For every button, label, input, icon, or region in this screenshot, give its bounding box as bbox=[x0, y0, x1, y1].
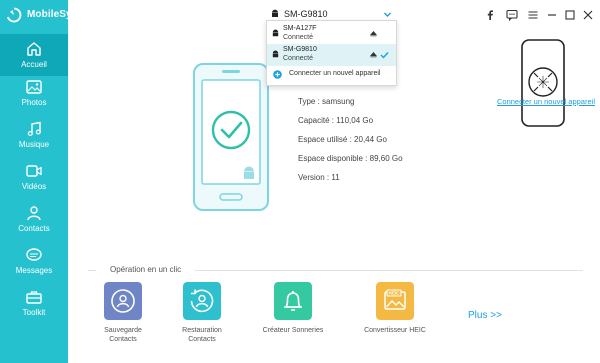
menu-icon[interactable] bbox=[527, 9, 539, 21]
selected-device-name: SM-G9810 bbox=[284, 9, 328, 19]
sidebar-item-contacts[interactable]: Contacts bbox=[0, 198, 68, 240]
contacts-icon bbox=[27, 206, 41, 221]
op-label-line1: Restauration bbox=[182, 327, 222, 334]
bell-icon bbox=[274, 282, 312, 320]
operations-title: Opération en un clic bbox=[96, 265, 196, 274]
device-option-status: Connecté bbox=[283, 34, 313, 41]
device-type: Type : samsung bbox=[298, 97, 355, 106]
phone-illustration bbox=[193, 63, 269, 211]
op-label: Créateur Sonneries bbox=[243, 326, 343, 335]
device-used-label: Espace utilisé : bbox=[298, 135, 352, 144]
device-type-label: Type : bbox=[298, 97, 320, 106]
device-type-value: samsung bbox=[322, 97, 355, 106]
chat-icon[interactable] bbox=[506, 9, 518, 21]
heic-image-icon: HEIC bbox=[376, 282, 414, 320]
device-version: Version : 11 bbox=[298, 173, 340, 182]
connect-new-device-option[interactable]: Connecter un nouvel appareil bbox=[267, 66, 396, 84]
restore-contacts-icon bbox=[183, 282, 221, 320]
sidebar-item-label: Musique bbox=[18, 140, 50, 149]
device-option-sm-g9810[interactable]: SM-G9810 Connecté bbox=[267, 44, 396, 66]
phone-connect-icon[interactable] bbox=[516, 38, 570, 130]
device-dropdown: SM-A127F Connecté SM-G9810 Connecté Conn… bbox=[266, 20, 397, 86]
device-version-label: Version : bbox=[298, 173, 330, 182]
close-icon[interactable] bbox=[582, 9, 594, 21]
backup-contacts-icon bbox=[104, 282, 142, 320]
music-icon bbox=[27, 121, 41, 137]
device-used-value: 20,44 Go bbox=[354, 135, 387, 144]
op-label-line2: Contacts bbox=[109, 336, 137, 343]
device-version-value: 11 bbox=[331, 173, 340, 182]
video-icon bbox=[26, 165, 42, 177]
more-tools-link[interactable]: Plus >> bbox=[468, 310, 502, 321]
sidebar-item-label: Contacts bbox=[18, 224, 50, 233]
device-available-label: Espace disponible : bbox=[298, 154, 368, 163]
connect-new-device-link[interactable]: Connecter un nouvel appareil bbox=[497, 97, 595, 106]
messages-icon bbox=[26, 248, 42, 261]
device-used-space: Espace utilisé : 20,44 Go bbox=[298, 135, 387, 144]
sidebar: Accueil Photos Musique Vidéos Contacts M… bbox=[0, 0, 68, 363]
minimize-icon[interactable] bbox=[546, 9, 558, 21]
android-icon bbox=[272, 29, 279, 37]
device-capacity: Capacité : 110,04 Go bbox=[298, 116, 373, 125]
sidebar-item-messages[interactable]: Messages bbox=[0, 240, 68, 282]
toolkit-icon bbox=[26, 291, 42, 304]
photo-icon bbox=[26, 80, 42, 94]
sidebar-item-label: Photos bbox=[21, 98, 47, 107]
sidebar-item-accueil[interactable]: Accueil bbox=[0, 34, 68, 76]
device-option-sm-a127f[interactable]: SM-A127F Connecté bbox=[267, 23, 396, 45]
op-label-line2: Contacts bbox=[188, 336, 216, 343]
sidebar-item-videos[interactable]: Vidéos bbox=[0, 156, 68, 198]
heic-converter-button[interactable]: HEIC Convertisseur HEIC bbox=[345, 282, 445, 352]
device-option-status: Connecté bbox=[283, 55, 313, 62]
ringtone-maker-button[interactable]: Créateur Sonneries bbox=[243, 282, 343, 352]
device-available-space: Espace disponible : 89,60 Go bbox=[298, 154, 403, 163]
connect-new-device-label: Connecter un nouvel appareil bbox=[289, 70, 381, 77]
check-icon bbox=[380, 52, 389, 59]
plus-circle-icon bbox=[273, 70, 282, 79]
op-label: Convertisseur HEIC bbox=[345, 326, 445, 335]
maximize-icon[interactable] bbox=[564, 9, 576, 21]
op-label: Restauration Contacts bbox=[152, 326, 252, 344]
op-label-line1: Sauvegarde bbox=[104, 327, 142, 334]
op-label-line1: Créateur Sonneries bbox=[262, 327, 324, 334]
device-option-name: SM-G9810 bbox=[283, 46, 317, 53]
restore-contacts-button[interactable]: Restauration Contacts bbox=[152, 282, 252, 352]
device-available-value: 89,60 Go bbox=[369, 154, 403, 163]
eject-icon[interactable] bbox=[370, 52, 377, 58]
sidebar-item-label: Accueil bbox=[21, 60, 47, 69]
sidebar-item-photos[interactable]: Photos bbox=[0, 72, 68, 114]
home-icon bbox=[27, 42, 41, 56]
svg-text:HEIC: HEIC bbox=[389, 291, 401, 296]
device-capacity-label: Capacité : bbox=[298, 116, 335, 125]
op-label-line1: Convertisseur HEIC bbox=[364, 327, 426, 334]
sidebar-item-musique[interactable]: Musique bbox=[0, 114, 68, 156]
android-icon bbox=[272, 50, 279, 58]
chevron-down-icon[interactable] bbox=[383, 10, 392, 19]
device-capacity-value: 110,04 Go bbox=[336, 116, 374, 125]
brand: MobileSync bbox=[0, 0, 83, 30]
android-icon bbox=[272, 9, 278, 17]
eject-icon[interactable] bbox=[370, 31, 377, 37]
facebook-icon[interactable] bbox=[484, 9, 496, 21]
sidebar-item-toolkit[interactable]: Toolkit bbox=[0, 282, 68, 324]
sidebar-item-label: Toolkit bbox=[22, 308, 46, 317]
sidebar-item-label: Vidéos bbox=[21, 182, 47, 191]
device-option-name: SM-A127F bbox=[283, 25, 317, 32]
sidebar-item-label: Messages bbox=[15, 266, 53, 275]
app-logo-icon bbox=[6, 7, 22, 23]
